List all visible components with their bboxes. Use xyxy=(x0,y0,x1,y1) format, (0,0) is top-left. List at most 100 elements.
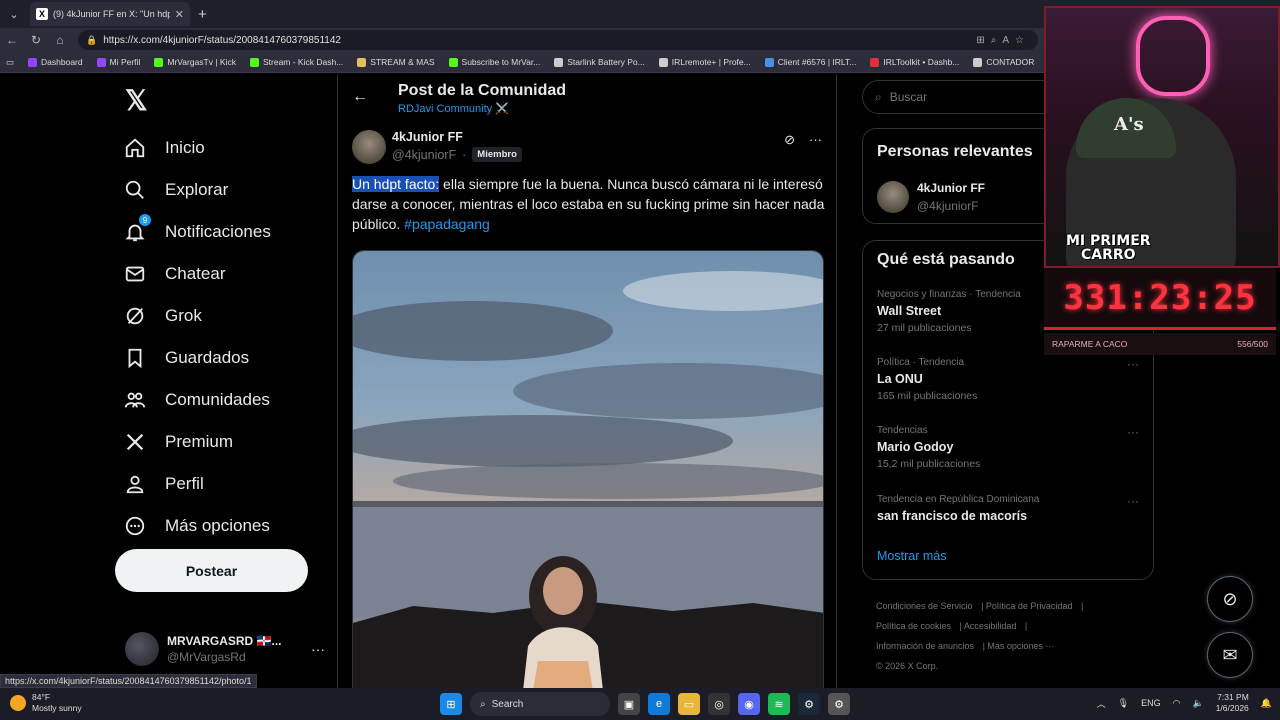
windows-start-icon[interactable]: ⊞ xyxy=(440,693,462,715)
hashtag-link[interactable]: #papadagang xyxy=(404,216,490,232)
bookmark-icon xyxy=(554,57,564,67)
spotify-icon[interactable]: ≋ xyxy=(768,693,790,715)
bookmark-icon xyxy=(973,57,983,67)
x-icon xyxy=(123,430,147,454)
post-column: ← Post de la Comunidad RDJavi Community … xyxy=(337,74,837,690)
url-field[interactable]: 🔒 https://x.com/4kjuniorF/status/2008414… xyxy=(78,30,1038,50)
more-dots-icon[interactable]: ··· xyxy=(1127,494,1139,508)
edge-icon[interactable]: e xyxy=(648,693,670,715)
copyright: © 2026 X Corp. xyxy=(876,661,939,671)
more-dots-icon[interactable]: ··· xyxy=(1127,357,1139,371)
account-switcher[interactable]: MRVARGASRD 🇩🇴... @MrVargasRd ··· xyxy=(125,629,325,669)
bookmark-icon xyxy=(123,346,147,370)
bookmark-item[interactable]: CONTADOR xyxy=(973,57,1034,67)
reload-icon[interactable]: ↻ xyxy=(24,33,48,47)
bookmark-item[interactable]: Subscribe to MrVar... xyxy=(448,57,540,67)
url-actions-icon[interactable]: ⊞⌕A☆ xyxy=(976,35,1030,46)
notification-bell-icon[interactable]: 🔔 xyxy=(1261,698,1272,709)
messages-fab-button[interactable]: ✉ xyxy=(1207,632,1253,678)
settings-icon[interactable]: ⚙ xyxy=(828,693,850,715)
trend-item[interactable]: Política · Tendencia La ONU 165 mil publ… xyxy=(877,357,1139,402)
bookmark-icon xyxy=(870,57,880,67)
bookmark-item[interactable]: IRLToolkit • Dashb... xyxy=(870,57,959,67)
trend-item[interactable]: Tendencia en República Dominicana san fr… xyxy=(877,494,1139,523)
footer-link[interactable]: Condiciones de Servicio xyxy=(876,601,973,611)
back-arrow-icon[interactable]: ← xyxy=(352,88,368,106)
nav-label: Chatear xyxy=(165,264,226,283)
more-dots-icon[interactable]: ··· xyxy=(311,641,325,657)
card-title: Qué está pasando xyxy=(877,251,1015,268)
footer-link[interactable]: Más opciones ··· xyxy=(987,641,1054,651)
nav-explore[interactable]: Explorar xyxy=(123,172,228,208)
footer-link[interactable]: Política de cookies xyxy=(876,621,951,631)
clock[interactable]: 7:31 PM 1/6/2026 xyxy=(1216,692,1249,714)
home-browser-icon[interactable]: ⌂ xyxy=(48,33,72,47)
bookmark-item[interactable]: MrVargasTv | Kick xyxy=(154,57,236,67)
post-button[interactable]: Postear xyxy=(115,549,308,592)
nav-bookmarks[interactable]: Guardados xyxy=(123,340,249,376)
people-icon xyxy=(123,388,147,412)
relevant-handle[interactable]: @4kjuniorF xyxy=(917,199,979,213)
bookmark-icon xyxy=(448,57,458,67)
nav-communities[interactable]: Comunidades xyxy=(123,382,270,418)
bookmark-item[interactable]: Starlink Battery Po... xyxy=(554,57,645,67)
search-placeholder: Buscar xyxy=(889,90,928,104)
language-indicator[interactable]: ENG xyxy=(1141,698,1161,708)
nav-label: Comunidades xyxy=(165,390,270,409)
bookmark-item[interactable]: Dashboard xyxy=(28,57,83,67)
steam-icon[interactable]: ⚙ xyxy=(798,693,820,715)
bookmark-item[interactable]: IRLremote+ | Profe... xyxy=(658,57,751,67)
x-logo-icon[interactable]: 𝕏 xyxy=(125,84,148,117)
task-view-icon[interactable]: ▣ xyxy=(618,693,640,715)
wifi-icon[interactable]: ◠ xyxy=(1173,698,1181,709)
author-name[interactable]: 4kJunior FF xyxy=(392,130,463,144)
nav-more[interactable]: Más opciones xyxy=(123,508,270,544)
grok-icon xyxy=(123,304,147,328)
volume-icon[interactable]: 🔈 xyxy=(1192,698,1203,709)
footer-link[interactable]: Información de anuncios xyxy=(876,641,974,651)
taskbar-search[interactable]: ⌕ Search xyxy=(470,692,610,716)
bookmark-icon xyxy=(249,57,259,67)
trend-item[interactable]: Tendencias Mario Godoy 15,2 mil publicac… xyxy=(877,425,1139,470)
nav-home[interactable]: Inicio xyxy=(123,130,205,166)
browser-tab[interactable]: X (9) 4kJunior FF en X: "Un hdpt facto ✕ xyxy=(30,2,190,26)
new-tab-icon[interactable]: + xyxy=(198,6,207,23)
nav-grok[interactable]: Grok xyxy=(123,298,202,334)
bookmark-icon xyxy=(764,57,774,67)
bell-icon: 9 xyxy=(123,214,151,244)
nav-notifications[interactable]: 9 Notificaciones xyxy=(123,214,271,250)
nav-chat[interactable]: Chatear xyxy=(123,256,225,292)
footer-link[interactable]: Accesibilidad xyxy=(964,621,1017,631)
grok-fab-button[interactable]: ⊘ xyxy=(1207,576,1253,622)
file-explorer-icon[interactable]: ▭ xyxy=(678,693,700,715)
bookmark-item[interactable]: Stream - Kick Dash... xyxy=(249,57,343,67)
avatar[interactable] xyxy=(352,130,386,164)
tray-chevron-icon[interactable]: ︿ xyxy=(1097,697,1106,710)
url-text: https://x.com/4kjuniorF/status/200841476… xyxy=(103,34,341,46)
mic-icon[interactable]: 🎙 xyxy=(1118,698,1129,709)
footer-link[interactable]: Política de Privacidad xyxy=(986,601,1073,611)
close-tab-icon[interactable]: ✕ xyxy=(175,8,184,21)
relevant-name[interactable]: 4kJunior FF xyxy=(917,181,985,195)
home-icon xyxy=(123,136,147,160)
avatar[interactable] xyxy=(877,181,909,213)
bookmark-item[interactable]: STREAM & MAS xyxy=(357,57,435,67)
nav-profile[interactable]: Perfil xyxy=(123,466,204,502)
mail-icon xyxy=(123,262,147,286)
post-photo[interactable] xyxy=(352,250,824,690)
grok-icon[interactable]: ⊘ xyxy=(784,132,795,148)
bookmarks-menu-icon[interactable]: ▭ xyxy=(6,57,14,68)
more-dots-icon[interactable]: ··· xyxy=(1127,425,1139,439)
nav-premium[interactable]: Premium xyxy=(123,424,233,460)
bookmark-item[interactable]: Mi Perfil xyxy=(96,57,140,67)
discord-icon[interactable]: ◉ xyxy=(738,693,760,715)
community-link[interactable]: RDJavi Community ⚔️ xyxy=(398,102,509,115)
app-icon[interactable]: ◎ xyxy=(708,693,730,715)
weather-widget[interactable]: 84°F Mostly sunny xyxy=(10,692,82,714)
back-icon[interactable]: ← xyxy=(0,33,24,47)
tab-list-button[interactable]: ⌄ xyxy=(2,3,26,25)
more-dots-icon[interactable]: ··· xyxy=(809,132,822,148)
author-handle[interactable]: @4kjuniorF xyxy=(392,148,456,162)
show-more-link[interactable]: Mostrar más xyxy=(877,549,946,563)
bookmark-item[interactable]: Client #6576 | IRLT... xyxy=(764,57,856,67)
